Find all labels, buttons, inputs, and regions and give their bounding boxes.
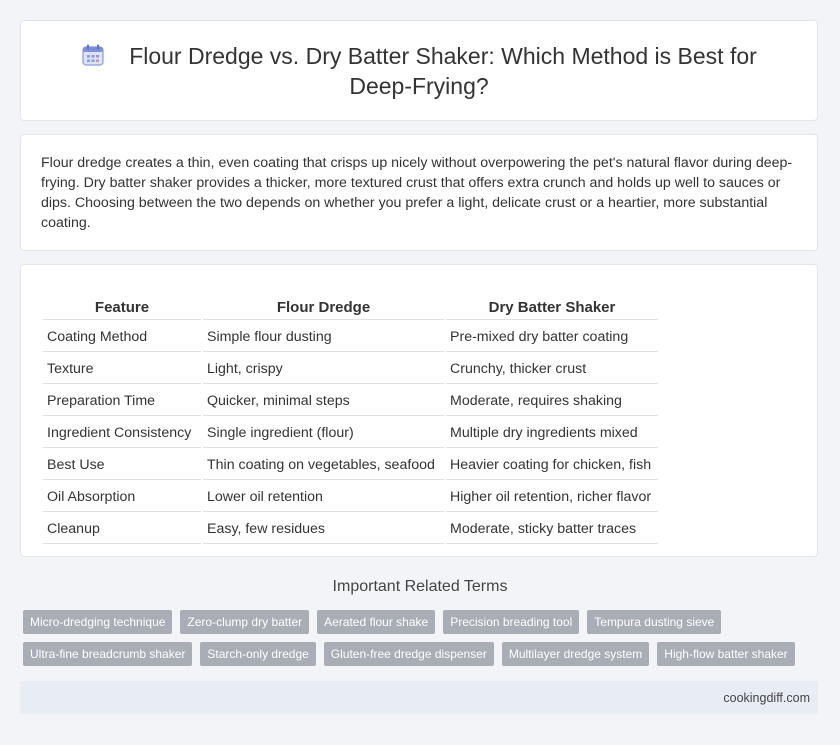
related-term-tag[interactable]: Gluten-free dredge dispenser	[323, 642, 494, 666]
title-card: Flour Dredge vs. Dry Batter Shaker: Whic…	[20, 20, 818, 121]
related-term-tag[interactable]: Starch-only dredge	[200, 642, 316, 666]
table-cell: Thin coating on vegetables, seafood	[203, 450, 444, 480]
table-cell: Quicker, minimal steps	[203, 386, 444, 416]
table-cell: Single ingredient (flour)	[203, 418, 444, 448]
page-title: Flour Dredge vs. Dry Batter Shaker: Whic…	[129, 42, 757, 99]
page: Flour Dredge vs. Dry Batter Shaker: Whic…	[0, 0, 840, 745]
table-row: Ingredient Consistency Single ingredient …	[43, 418, 658, 448]
table-cell: Ingredient Consistency	[43, 418, 201, 448]
table-cell: Heavier coating for chicken, fish	[446, 450, 658, 480]
table-cell: Oil Absorption	[43, 482, 201, 512]
related-term-tag[interactable]: Zero-clump dry batter	[180, 610, 310, 634]
table-cell: Higher oil retention, richer flavor	[446, 482, 658, 512]
table-row: Preparation Time Quicker, minimal steps Mo…	[43, 386, 658, 416]
intro-text: Flour dredge creates a thin, even coatin…	[41, 155, 793, 231]
related-term-tag[interactable]: Multilayer dredge system	[501, 642, 650, 666]
header-feature: Feature	[43, 297, 201, 320]
table-cell: Light, crispy	[203, 354, 444, 384]
table-header-row: Feature Flour Dredge Dry Batter Shaker	[43, 297, 658, 320]
table-cell: Lower oil retention	[203, 482, 444, 512]
table-cell: Texture	[43, 354, 201, 384]
comparison-card: Feature Flour Dredge Dry Batter Shaker C…	[20, 264, 818, 557]
table-row: Texture Light, crispy Crunchy, thicker cru…	[43, 354, 658, 384]
table-row: Coating Method Simple flour dusting Pre-mi…	[43, 322, 658, 352]
calendar-icon	[81, 43, 105, 67]
related-term-tag[interactable]: Aerated flour shake	[317, 610, 436, 634]
related-terms-title: Important Related Terms	[332, 578, 508, 595]
table-row: Oil Absorption Lower oil retention Higher …	[43, 482, 658, 512]
table-cell: Crunchy, thicker crust	[446, 354, 658, 384]
table-cell: Best Use	[43, 450, 201, 480]
related-term-tag[interactable]: Micro-dredging technique	[23, 610, 173, 634]
table-cell: Coating Method	[43, 322, 201, 352]
related-term-tag[interactable]: Ultra-fine breadcrumb shaker	[23, 642, 193, 666]
footer: cookingdiff.com	[20, 681, 818, 714]
table-cell: Preparation Time	[43, 386, 201, 416]
table-cell: Moderate, sticky batter traces	[446, 514, 658, 544]
table-cell: Cleanup	[43, 514, 201, 544]
page-title-wrap: Flour Dredge vs. Dry Batter Shaker: Whic…	[59, 41, 779, 101]
table-row: Best Use Thin coating on vegetables, seaf…	[43, 450, 658, 480]
table-cell: Multiple dry ingredients mixed	[446, 418, 658, 448]
related-term-tag[interactable]: Tempura dusting sieve	[587, 610, 722, 634]
header-dry-batter-shaker: Dry Batter Shaker	[446, 297, 658, 320]
related-term-tag[interactable]: High-flow batter shaker	[657, 642, 795, 666]
header-flour-dredge: Flour Dredge	[203, 297, 444, 320]
table-cell: Simple flour dusting	[203, 322, 444, 352]
table-cell: Moderate, requires shaking	[446, 386, 658, 416]
table-cell: Pre-mixed dry batter coating	[446, 322, 658, 352]
related-term-tag[interactable]: Precision breading tool	[443, 610, 580, 634]
intro-card: Flour dredge creates a thin, even coatin…	[20, 134, 818, 251]
footer-site[interactable]: cookingdiff.com	[723, 691, 810, 705]
table-row: Cleanup Easy, few residues Moderate, stick…	[43, 514, 658, 544]
table-cell: Easy, few residues	[203, 514, 444, 544]
related-terms-tags: Micro-dredging technique Zero-clump dry b…	[23, 610, 813, 666]
comparison-table: Feature Flour Dredge Dry Batter Shaker C…	[41, 295, 660, 546]
